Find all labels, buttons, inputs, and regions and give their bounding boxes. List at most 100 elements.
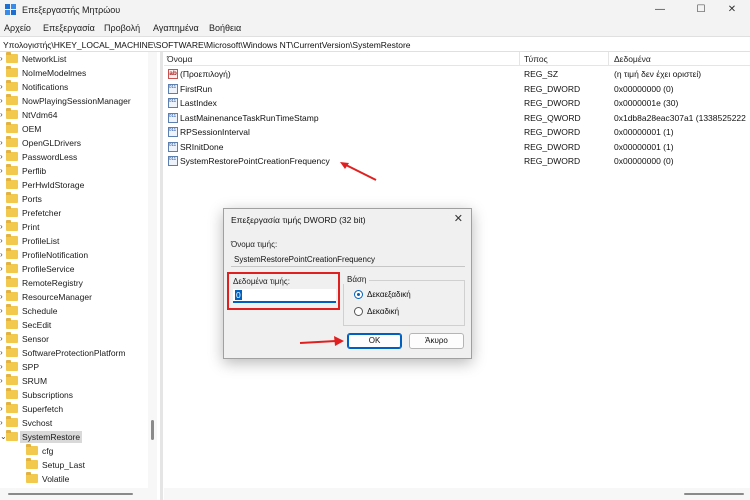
tree-subkey[interactable]: cfg — [0, 444, 148, 458]
tree-key[interactable]: › Print — [0, 220, 148, 234]
tree-key-label[interactable]: Schedule — [20, 305, 59, 317]
decimal-radio[interactable] — [354, 307, 363, 316]
chevron-right-icon[interactable]: › — [0, 262, 3, 276]
hexadecimal-radio[interactable] — [354, 290, 363, 299]
list-horizontal-scrollbar[interactable] — [164, 488, 750, 500]
list-item[interactable]: ab (Προεπιλογή) REG_SZ (η τιμή δεν έχει ορι… — [164, 67, 750, 81]
ok-button[interactable]: OK — [347, 333, 402, 349]
list-item[interactable]: 011 110LastIndex REG_DWORD 0x0000001e (30) — [164, 96, 750, 110]
tree-key[interactable]: PerHwIdStorage — [0, 178, 148, 192]
menu-view[interactable]: Προβολή — [104, 23, 140, 33]
tree-key[interactable]: Ports — [0, 192, 148, 206]
chevron-right-icon[interactable]: › — [0, 164, 3, 178]
tree-key-label[interactable]: ResourceManager — [20, 291, 94, 303]
chevron-right-icon[interactable]: › — [0, 108, 3, 122]
dialog-close-icon[interactable]: ✕ — [454, 212, 463, 225]
tree-horizontal-scrollbar[interactable] — [0, 488, 157, 500]
tree-key-label[interactable]: SoftwareProtectionPlatform — [20, 347, 127, 359]
tree-key-label[interactable]: PerHwIdStorage — [20, 179, 86, 191]
tree-key[interactable]: › SPP — [0, 360, 148, 374]
list-item[interactable]: 011 110FirstRun REG_DWORD 0x00000000 (0) — [164, 82, 750, 96]
tree-key-label[interactable]: Volatile — [40, 473, 71, 485]
list-item[interactable]: 011 110RPSessionInterval REG_DWORD 0x00000… — [164, 125, 750, 139]
menu-file[interactable]: Αρχείο — [4, 23, 31, 33]
tree-key-label[interactable]: Sensor — [20, 333, 51, 345]
tree-key-label[interactable]: NtVdm64 — [20, 109, 59, 121]
tree-key[interactable]: Prefetcher — [0, 206, 148, 220]
chevron-right-icon[interactable]: › — [0, 416, 3, 430]
tree-key-label[interactable]: ProfileList — [20, 235, 61, 247]
address-path[interactable]: Υπολογιστής\HKEY_LOCAL_MACHINE\SOFTWARE\… — [3, 40, 411, 50]
tree-key-label[interactable]: Superfetch — [20, 403, 65, 415]
tree-key[interactable]: › Sensor — [0, 332, 148, 346]
tree-subkey[interactable]: Setup_Last — [0, 458, 148, 472]
hexadecimal-label[interactable]: Δεκαεξαδική — [367, 290, 411, 299]
tree-key[interactable]: › PasswordLess — [0, 150, 148, 164]
tree-key-label[interactable]: Subscriptions — [20, 389, 75, 401]
column-separator[interactable] — [519, 52, 520, 66]
chevron-right-icon[interactable]: › — [0, 150, 3, 164]
tree-scroll-thumb[interactable] — [151, 420, 154, 440]
tree-key[interactable]: ⌄ SystemRestore — [0, 430, 148, 444]
chevron-right-icon[interactable]: › — [0, 304, 3, 318]
tree-key-label[interactable]: SecEdit — [20, 319, 53, 331]
tree-key[interactable]: › SoftwareProtectionPlatform — [0, 346, 148, 360]
tree-key[interactable]: NoImeModelmes — [0, 66, 148, 80]
tree-key-label[interactable]: Svchost — [20, 417, 54, 429]
tree-key-label[interactable]: SPP — [20, 361, 41, 373]
tree-key[interactable]: OEM — [0, 122, 148, 136]
tree-key[interactable]: › Superfetch — [0, 402, 148, 416]
tree-key[interactable]: › SRUM — [0, 374, 148, 388]
tree-key-label[interactable]: OEM — [20, 123, 43, 135]
list-item[interactable]: 011 110SystemRestorePointCreationFrequen… — [164, 154, 750, 168]
registry-key-tree[interactable]: › NetworkList NoImeModelmes › Notifications ›… — [0, 52, 148, 488]
tree-subkey[interactable]: Volatile — [0, 472, 148, 486]
tree-key-label[interactable]: SRUM — [20, 375, 49, 387]
tree-key[interactable]: › Notifications — [0, 80, 148, 94]
tree-key-label[interactable]: ProfileNotification — [20, 249, 90, 261]
tree-key-label[interactable]: NetworkList — [20, 53, 68, 65]
tree-key[interactable]: RemoteRegistry — [0, 276, 148, 290]
tree-key-label[interactable]: Ports — [20, 193, 44, 205]
menu-favorites[interactable]: Αγαπημένα — [153, 23, 199, 33]
chevron-right-icon[interactable]: › — [0, 402, 3, 416]
tree-vertical-scrollbar[interactable] — [148, 52, 157, 488]
tree-key[interactable]: › NetworkList — [0, 52, 148, 66]
chevron-right-icon[interactable]: › — [0, 234, 3, 248]
tree-key[interactable]: › ProfileService — [0, 262, 148, 276]
tree-hscroll-thumb[interactable] — [8, 493, 133, 495]
pane-splitter[interactable] — [160, 52, 163, 500]
tree-key-label[interactable]: ProfileService — [20, 263, 76, 275]
chevron-right-icon[interactable]: › — [0, 360, 3, 374]
tree-key-label[interactable]: cfg — [40, 445, 55, 457]
chevron-right-icon[interactable]: › — [0, 52, 3, 66]
close-icon[interactable]: ✕ — [714, 0, 750, 20]
tree-key-label[interactable]: Prefetcher — [20, 207, 63, 219]
tree-key[interactable]: › ProfileList — [0, 234, 148, 248]
tree-key[interactable]: › NowPlayingSessionManager — [0, 94, 148, 108]
list-hscroll-thumb[interactable] — [684, 493, 744, 495]
tree-key[interactable]: SecEdit — [0, 318, 148, 332]
list-item[interactable]: 011 110SRInitDone REG_DWORD 0x00000001 (1) — [164, 140, 750, 154]
tree-key[interactable]: › Perflib — [0, 164, 148, 178]
tree-key[interactable]: › OpenGLDrivers — [0, 136, 148, 150]
tree-key-label[interactable]: Perflib — [20, 165, 48, 177]
chevron-right-icon[interactable]: › — [0, 332, 3, 346]
chevron-right-icon[interactable]: › — [0, 94, 3, 108]
column-header-type[interactable]: Τύπος — [524, 54, 548, 64]
tree-key-label[interactable]: Print — [20, 221, 41, 233]
list-item[interactable]: 011 110LastMainenanceTaskRunTimeStamp REG… — [164, 111, 750, 125]
chevron-right-icon[interactable]: › — [0, 80, 3, 94]
tree-key-label[interactable]: NowPlayingSessionManager — [20, 95, 133, 107]
title-bar[interactable]: Επεξεργαστής Μητρώου — ☐ ✕ — [0, 0, 750, 20]
tree-key-label[interactable]: PasswordLess — [20, 151, 79, 163]
chevron-right-icon[interactable]: › — [0, 248, 3, 262]
minimize-icon[interactable]: — — [642, 0, 678, 20]
tree-key-label[interactable]: OpenGLDrivers — [20, 137, 83, 149]
tree-key-label[interactable]: NoImeModelmes — [20, 67, 88, 79]
chevron-right-icon[interactable]: › — [0, 346, 3, 360]
tree-key[interactable]: › ProfileNotification — [0, 248, 148, 262]
tree-key-label[interactable]: SystemRestore — [20, 431, 83, 443]
tree-key-label[interactable]: RemoteRegistry — [20, 277, 85, 289]
tree-key-label[interactable]: Setup_Last — [40, 459, 87, 471]
